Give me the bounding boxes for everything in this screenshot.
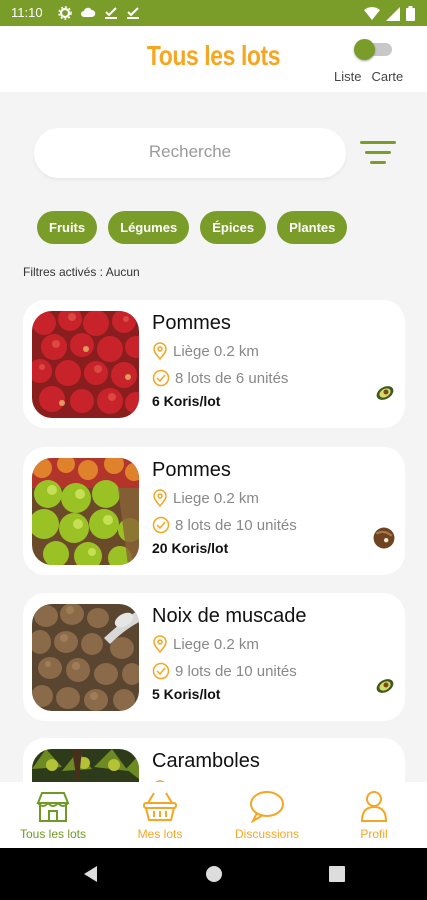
lot-quantity-text: 9 lots de 10 unités <box>175 662 297 680</box>
search-input[interactable]: Recherche <box>34 128 346 178</box>
lot-name: Pommes <box>152 312 231 334</box>
toggle-label-list: Liste <box>334 69 362 84</box>
chat-icon <box>250 791 284 823</box>
lot-quantity: 8 lots de 10 unités <box>152 516 297 534</box>
download-done-icon <box>105 7 117 19</box>
status-time: 11:10 <box>11 5 43 20</box>
lot-quantity: 8 lots de 6 unités <box>152 369 288 387</box>
avocado-icon <box>376 386 394 400</box>
nav-tous-les-lots[interactable]: Tous les lots <box>0 782 106 848</box>
lot-image-carambola <box>32 749 139 782</box>
search-placeholder: Recherche <box>148 142 232 161</box>
settings-icon <box>58 6 72 20</box>
user-icon <box>360 791 388 822</box>
toggle-knob <box>354 39 375 60</box>
lot-card[interactable]: Noix de muscade Liege 0.2 km 9 lots de 1… <box>23 593 405 721</box>
recents-icon[interactable] <box>329 866 345 882</box>
nav-label: Profil <box>360 827 388 841</box>
chip-epices[interactable]: Épices <box>200 211 267 244</box>
signal-icon <box>386 6 400 21</box>
cloud-icon <box>81 7 96 17</box>
check-circle-icon <box>152 369 170 387</box>
lot-name: Caramboles <box>152 750 260 772</box>
lot-image-nutmeg <box>32 604 139 711</box>
nav-label: Mes lots <box>137 827 183 841</box>
chip-plantes[interactable]: Plantes <box>277 211 348 244</box>
lot-location-text: Liege 0.2 km <box>173 489 259 507</box>
lots-list[interactable]: Pommes Liège 0.2 km 8 lots de 6 unités 6… <box>0 300 427 782</box>
active-filters-text: Filtres activés : Aucun <box>23 265 140 279</box>
check-circle-icon <box>152 516 170 534</box>
lot-location: Liège 0.2 km <box>152 342 259 360</box>
lot-card[interactable]: Pommes Liège 0.2 km 8 lots de 6 unités 6… <box>23 300 405 428</box>
nav-label: Tous les lots <box>19 827 87 841</box>
basket-icon <box>143 792 177 821</box>
nav-mes-lots[interactable]: Mes lots <box>107 782 213 848</box>
lot-location-text: Liège 0.2 km <box>173 342 259 360</box>
lot-quantity: 9 lots de 10 unités <box>152 662 297 680</box>
lot-price: 20 Koris/lot <box>152 540 229 556</box>
lot-name: Noix de muscade <box>152 605 307 627</box>
nav-label: Discussions <box>234 827 300 841</box>
lot-price: 5 Koris/lot <box>152 686 221 702</box>
bottom-navigation: Tous les lots Mes lots Discussions Profi… <box>0 782 427 848</box>
back-icon[interactable] <box>82 865 98 883</box>
home-icon[interactable] <box>205 865 223 883</box>
page-title: Tous les lots <box>146 40 281 71</box>
lot-location: Liege 0.2 km <box>152 635 259 653</box>
lot-image-green-apples <box>32 458 139 565</box>
lot-name: Pommes <box>152 459 231 481</box>
chip-fruits[interactable]: Fruits <box>37 211 98 244</box>
toggle-label-map: Carte <box>371 69 404 84</box>
avocado-icon <box>376 679 394 693</box>
status-system-icons <box>364 6 415 21</box>
toggle-labels: Liste Carte <box>334 69 413 84</box>
filter-button[interactable] <box>360 138 396 168</box>
category-chips: Fruits Légumes Épices Plantes <box>37 211 348 244</box>
lot-card[interactable]: Caramboles <box>23 738 405 782</box>
lot-quantity-text: 8 lots de 6 unités <box>175 369 289 387</box>
lot-location-text: Liege 0.2 km <box>173 635 259 653</box>
lot-card[interactable]: Pommes Liege 0.2 km 8 lots de 10 unités … <box>23 447 405 575</box>
location-pin-icon <box>153 342 167 360</box>
download-done-icon <box>127 7 139 19</box>
chip-legumes[interactable]: Légumes <box>108 211 190 244</box>
location-pin-icon <box>153 489 167 507</box>
location-pin-icon <box>153 635 167 653</box>
nav-profil[interactable]: Profil <box>321 782 427 848</box>
coconut-icon <box>373 527 395 549</box>
filter-icon <box>360 141 396 144</box>
lot-location: Liege 0.2 km <box>152 489 259 507</box>
check-circle-icon <box>152 662 170 680</box>
lot-quantity-text: 8 lots de 10 unités <box>175 516 297 534</box>
shop-icon <box>36 792 70 822</box>
lot-price: 6 Koris/lot <box>152 393 221 409</box>
app-header: Tous les lots Liste Carte <box>0 26 427 92</box>
wifi-icon <box>364 6 380 20</box>
list-map-toggle[interactable] <box>354 39 394 60</box>
system-navigation-bar <box>0 848 427 900</box>
battery-icon <box>406 6 415 21</box>
lot-image-red-apples <box>32 311 139 418</box>
status-notification-icons <box>58 6 140 20</box>
status-bar: 11:10 <box>0 0 427 26</box>
nav-discussions[interactable]: Discussions <box>214 782 320 848</box>
